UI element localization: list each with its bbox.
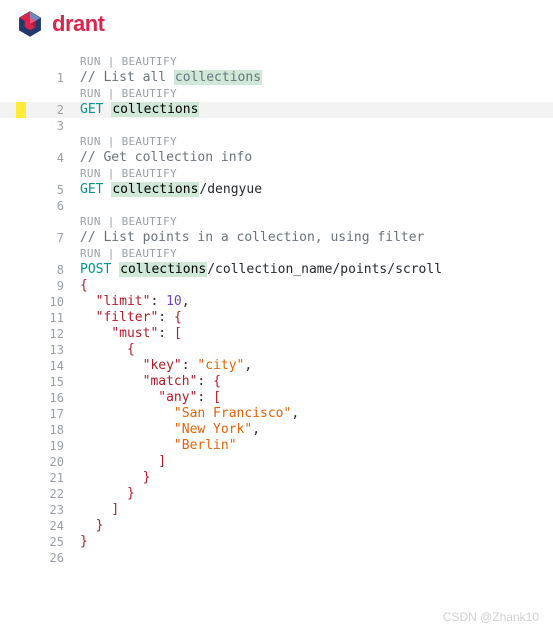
line-number: 23 — [0, 502, 80, 518]
code-line-active: 2 GET collections — [0, 102, 553, 118]
code-line: 19 "Berlin" — [0, 438, 553, 454]
line-number: 18 — [0, 422, 80, 438]
code-line: 20 ] — [0, 454, 553, 470]
brand-name: drant — [52, 11, 105, 37]
line-number: 2 — [0, 102, 80, 118]
run-beautify-annotation: RUN | BEAUTIFY — [0, 86, 553, 102]
code-line: 3 — [0, 118, 553, 134]
code-line: 26 — [0, 550, 553, 566]
line-number: 16 — [0, 390, 80, 406]
line-number: 13 — [0, 342, 80, 358]
code-line: 12 "must": [ — [0, 326, 553, 342]
line-number: 9 — [0, 278, 80, 294]
beautify-link[interactable]: BEAUTIFY — [122, 135, 177, 148]
code-line: 24 } — [0, 518, 553, 534]
line-number: 21 — [0, 470, 80, 486]
run-beautify-annotation: RUN | BEAUTIFY — [0, 246, 553, 262]
line-number: 11 — [0, 310, 80, 326]
run-beautify-annotation: RUN | BEAUTIFY — [0, 54, 553, 70]
code-line: 15 "match": { — [0, 374, 553, 390]
line-number: 4 — [0, 150, 80, 166]
line-number: 7 — [0, 230, 80, 246]
run-link[interactable]: RUN — [80, 87, 101, 100]
line-number: 1 — [0, 70, 80, 86]
line-number: 25 — [0, 534, 80, 550]
beautify-link[interactable]: BEAUTIFY — [122, 215, 177, 228]
line-number: 6 — [0, 198, 80, 214]
beautify-link[interactable]: BEAUTIFY — [122, 167, 177, 180]
code-line: 11 "filter": { — [0, 310, 553, 326]
line-number: 8 — [0, 262, 80, 278]
run-beautify-annotation: RUN | BEAUTIFY — [0, 214, 553, 230]
code-line: 4 // Get collection info — [0, 150, 553, 166]
code-line: 1 // List all collections — [0, 70, 553, 86]
code-line: 16 "any": [ — [0, 390, 553, 406]
run-link[interactable]: RUN — [80, 215, 101, 228]
code-line: 17 "San Francisco", — [0, 406, 553, 422]
beautify-link[interactable]: BEAUTIFY — [122, 247, 177, 260]
line-number: 10 — [0, 294, 80, 310]
beautify-link[interactable]: BEAUTIFY — [122, 55, 177, 68]
line-number: 5 — [0, 182, 80, 198]
line-number: 15 — [0, 374, 80, 390]
code-line: 23 ] — [0, 502, 553, 518]
line-number: 12 — [0, 326, 80, 342]
code-line: 18 "New York", — [0, 422, 553, 438]
code-editor[interactable]: RUN | BEAUTIFY 1 // List all collections… — [0, 54, 553, 566]
line-number: 20 — [0, 454, 80, 470]
code-line: 6 — [0, 198, 553, 214]
code-line: 22 } — [0, 486, 553, 502]
line-number: 14 — [0, 358, 80, 374]
run-link[interactable]: RUN — [80, 247, 101, 260]
line-number: 22 — [0, 486, 80, 502]
code-line: 25 } — [0, 534, 553, 550]
code-line: 8 POST collections/collection_name/point… — [0, 262, 553, 278]
active-line-marker — [16, 102, 26, 118]
qdrant-logo-icon — [16, 10, 44, 38]
code-line: 14 "key": "city", — [0, 358, 553, 374]
code-line: 9 { — [0, 278, 553, 294]
app-header: drant — [0, 0, 553, 48]
watermark: CSDN @Zhank10 — [443, 610, 539, 624]
code-line: 5 GET collections/dengyue — [0, 182, 553, 198]
code-line: 21 } — [0, 470, 553, 486]
run-beautify-annotation: RUN | BEAUTIFY — [0, 134, 553, 150]
run-beautify-annotation: RUN | BEAUTIFY — [0, 166, 553, 182]
line-number: 3 — [0, 118, 80, 134]
run-link[interactable]: RUN — [80, 167, 101, 180]
beautify-link[interactable]: BEAUTIFY — [122, 87, 177, 100]
line-number: 19 — [0, 438, 80, 454]
code-line: 13 { — [0, 342, 553, 358]
line-number: 17 — [0, 406, 80, 422]
code-line: 10 "limit": 10, — [0, 294, 553, 310]
run-link[interactable]: RUN — [80, 55, 101, 68]
run-link[interactable]: RUN — [80, 135, 101, 148]
code-line: 7 // List points in a collection, using … — [0, 230, 553, 246]
line-number: 26 — [0, 550, 80, 566]
line-number: 24 — [0, 518, 80, 534]
